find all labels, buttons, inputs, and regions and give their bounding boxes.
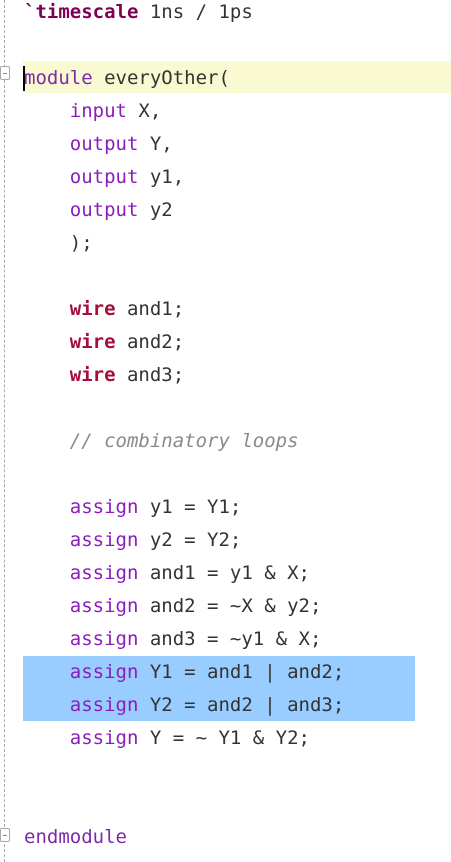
- code-line[interactable]: assign Y2 = and2 | and3;: [24, 689, 345, 722]
- code-keyword: wire: [69, 364, 116, 386]
- code-keyword: assign: [69, 496, 139, 518]
- code-text: y1 = Y1;: [138, 496, 242, 518]
- code-line[interactable]: input X,: [24, 95, 162, 128]
- code-text: Y2 = and2 | and3;: [138, 694, 345, 716]
- code-text: Y = ~ Y1 & Y2;: [138, 727, 310, 749]
- code-text: Y,: [138, 133, 173, 155]
- code-line[interactable]: endmodule: [24, 821, 127, 854]
- code-text: Y1 = and1 | and2;: [138, 661, 345, 683]
- code-text: y1,: [138, 166, 185, 188]
- code-line[interactable]: module everyOther(: [24, 62, 230, 95]
- code-keyword: assign: [69, 694, 139, 716]
- code-text: y2 = Y2;: [138, 529, 242, 551]
- fold-collapse-icon[interactable]: [0, 828, 10, 842]
- code-text: and1 = y1 & X;: [138, 562, 310, 584]
- code-text: );: [24, 232, 93, 254]
- code-keyword: endmodule: [24, 826, 127, 848]
- code-line[interactable]: assign y1 = Y1;: [24, 491, 242, 524]
- code-line[interactable]: );: [24, 227, 93, 260]
- code-text: and3;: [115, 364, 185, 386]
- code-line[interactable]: output Y,: [24, 128, 173, 161]
- code-keyword: input: [69, 100, 127, 122]
- code-text: and1;: [115, 298, 185, 320]
- code-line[interactable]: wire and2;: [24, 326, 184, 359]
- code-line[interactable]: assign Y = ~ Y1 & Y2;: [24, 722, 310, 755]
- code-keyword: output: [69, 199, 139, 221]
- code-line[interactable]: `timescale 1ns / 1ps: [24, 0, 253, 29]
- code-text: and2 = ~X & y2;: [138, 595, 322, 617]
- fold-collapse-icon[interactable]: [0, 66, 10, 80]
- code-keyword: output: [69, 133, 139, 155]
- code-keyword: wire: [69, 298, 116, 320]
- code-keyword: module: [24, 67, 93, 89]
- code-keyword: assign: [69, 562, 139, 584]
- code-keyword: assign: [69, 661, 139, 683]
- code-line[interactable]: assign y2 = Y2;: [24, 524, 242, 557]
- code-keyword: assign: [69, 628, 139, 650]
- code-line[interactable]: // combinatory loops: [24, 425, 299, 458]
- code-comment: // combinatory loops: [69, 430, 299, 452]
- code-keyword: output: [69, 166, 139, 188]
- code-keyword: assign: [69, 595, 139, 617]
- code-text: and3 = ~y1 & X;: [138, 628, 322, 650]
- code-text: y2: [138, 199, 173, 221]
- code-text: X,: [126, 100, 162, 122]
- code-text: everyOther(: [92, 67, 230, 89]
- code-line[interactable]: output y2: [24, 194, 173, 227]
- code-line[interactable]: output y1,: [24, 161, 184, 194]
- code-text: 1ns / 1ps: [138, 1, 253, 23]
- fold-gutter-line: [4, 0, 5, 862]
- code-keyword: assign: [69, 529, 139, 551]
- code-line[interactable]: assign Y1 = and1 | and2;: [24, 656, 345, 689]
- code-line[interactable]: wire and3;: [24, 359, 184, 392]
- code-text: and2;: [115, 331, 185, 353]
- code-keyword: assign: [69, 727, 139, 749]
- code-line[interactable]: assign and3 = ~y1 & X;: [24, 623, 322, 656]
- code-line[interactable]: assign and1 = y1 & X;: [24, 557, 310, 590]
- code-line[interactable]: wire and1;: [24, 293, 184, 326]
- code-line[interactable]: assign and2 = ~X & y2;: [24, 590, 322, 623]
- code-keyword: `timescale: [24, 1, 139, 23]
- code-keyword: wire: [69, 331, 116, 353]
